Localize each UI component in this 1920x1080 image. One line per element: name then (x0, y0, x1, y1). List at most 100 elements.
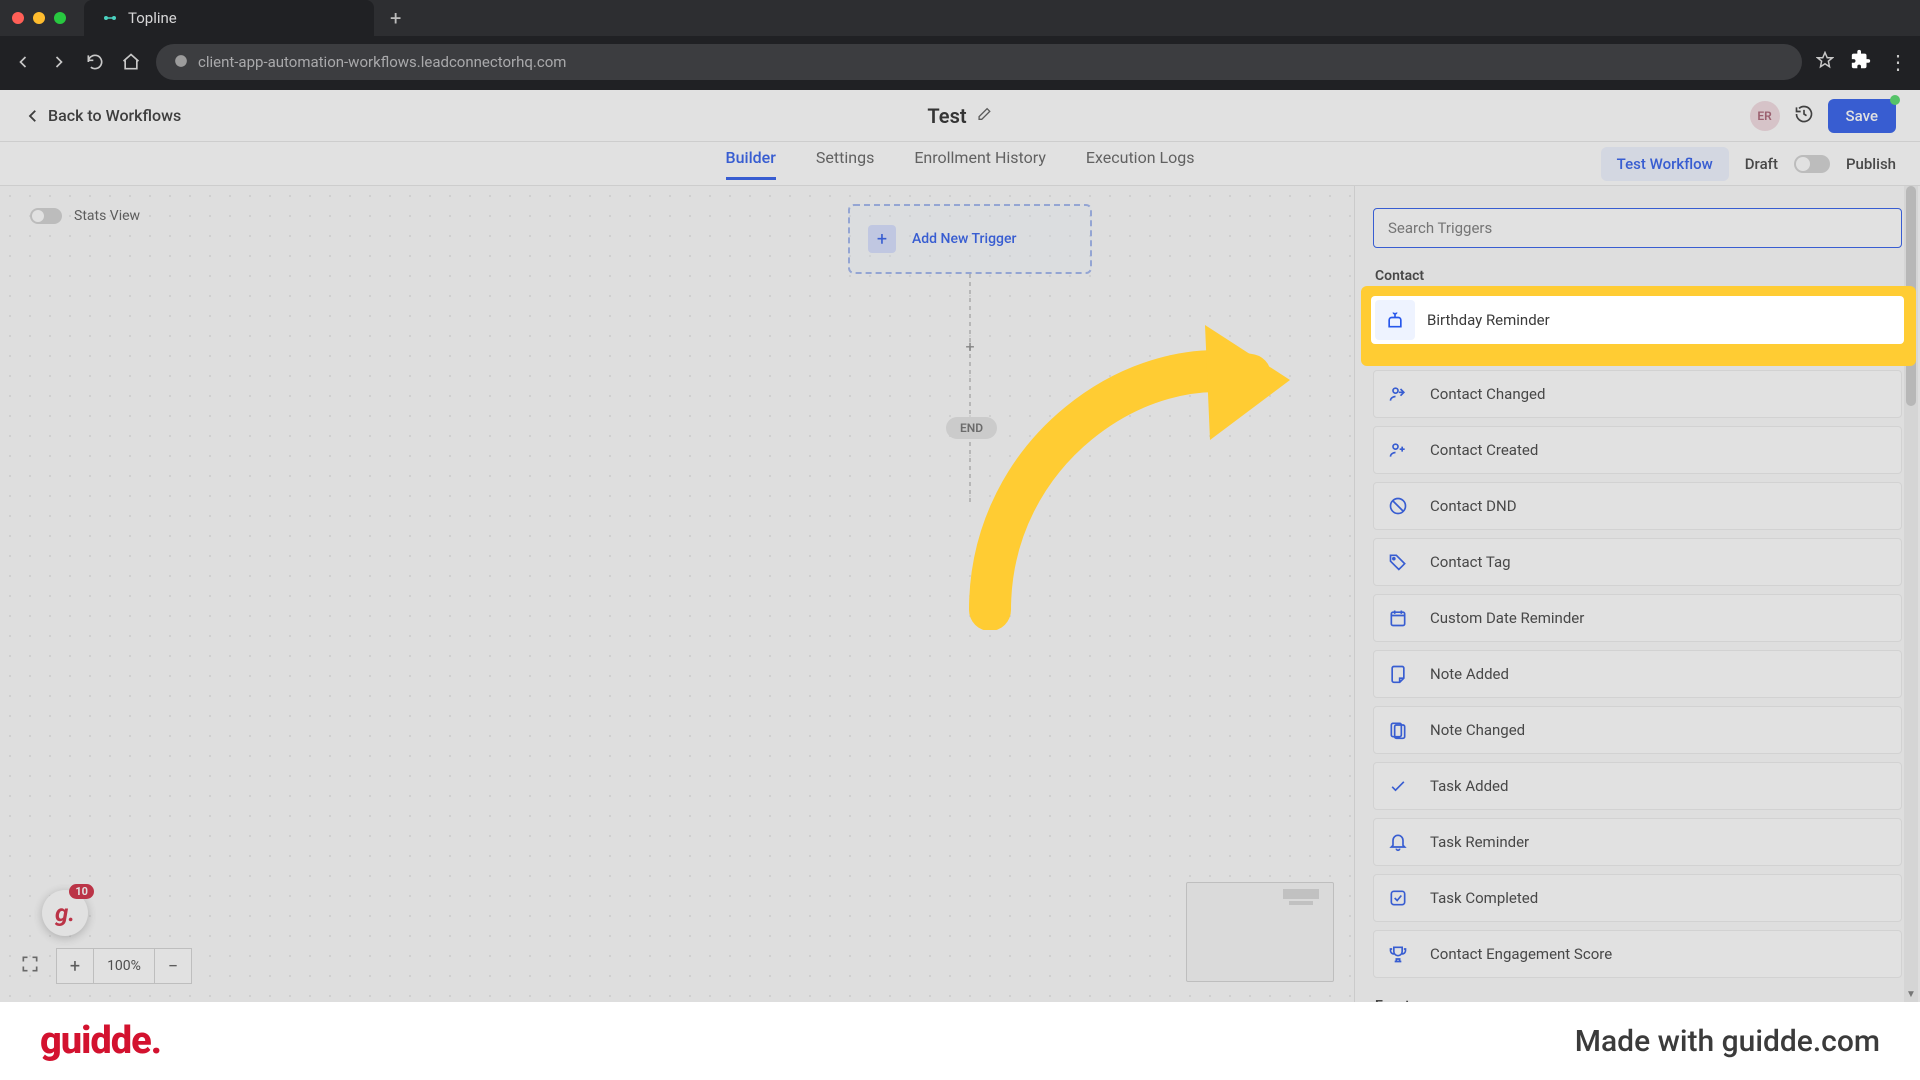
add-step-button[interactable]: + (960, 336, 980, 356)
draft-label: Draft (1745, 155, 1778, 173)
trigger-item-contact-tag[interactable]: Contact Tag (1373, 538, 1902, 586)
tab-strip: Topline + (0, 0, 1920, 36)
address-bar[interactable]: client-app-automation-workflows.leadconn… (156, 44, 1802, 80)
stats-view-control: Stats View (30, 208, 140, 224)
guidde-logo: guidde. (40, 1019, 161, 1063)
tab-execution-logs[interactable]: Execution Logs (1086, 148, 1195, 180)
stats-view-label: Stats View (74, 208, 140, 224)
trigger-item-label: Task Reminder (1422, 833, 1529, 851)
trigger-item-contact-engagement-score[interactable]: Contact Engagement Score (1373, 930, 1902, 978)
search-triggers-input[interactable] (1373, 208, 1902, 248)
zoom-out-button[interactable]: − (154, 948, 192, 984)
add-new-trigger-card[interactable]: + Add New Trigger (848, 204, 1092, 274)
canvas-minimap[interactable] (1186, 882, 1334, 982)
browser-tab[interactable]: Topline (84, 0, 374, 36)
plus-icon: + (868, 225, 896, 253)
app-tabs: Builder Settings Enrollment History Exec… (726, 148, 1195, 180)
trigger-item-label: Contact Created (1422, 441, 1538, 459)
trigger-item-custom-date-reminder[interactable]: Custom Date Reminder (1373, 594, 1902, 642)
note-icon (1378, 654, 1418, 694)
test-workflow-button[interactable]: Test Workflow (1601, 147, 1729, 181)
check-icon (1378, 766, 1418, 806)
fullscreen-icon (20, 954, 40, 974)
trigger-item-note-added[interactable]: Note Added (1373, 650, 1902, 698)
tag-icon (1378, 542, 1418, 582)
trigger-item-label: Task Completed (1422, 889, 1538, 907)
main-split: Stats View + Add New Trigger + END g. 10… (0, 186, 1920, 1002)
triggers-side-panel: Contact Birthday Reminder Cont (1354, 186, 1920, 1002)
forward-icon[interactable] (48, 51, 70, 73)
calendar-icon (1378, 598, 1418, 638)
trigger-item-task-added[interactable]: Task Added (1373, 762, 1902, 810)
trigger-item-task-reminder[interactable]: Task Reminder (1373, 818, 1902, 866)
publish-toggle[interactable] (1794, 155, 1830, 173)
workflow-title: Test (927, 104, 966, 128)
app-root: Back to Workflows Test ER Save Builder S… (0, 90, 1920, 1002)
chevron-left-icon (24, 107, 42, 125)
zoom-controls: + 100% − (14, 948, 192, 984)
site-info-icon[interactable] (174, 53, 188, 72)
bookmark-star-icon[interactable] (1816, 51, 1834, 73)
scroll-down-icon[interactable]: ▼ (1904, 986, 1918, 1002)
tab-builder[interactable]: Builder (726, 148, 776, 180)
trigger-item-label: Note Changed (1422, 721, 1525, 739)
bell-icon (1378, 822, 1418, 862)
made-with-text: Made with guidde.com (1575, 1024, 1880, 1059)
minimize-window-icon[interactable] (33, 12, 45, 24)
trigger-item-label: Task Added (1422, 777, 1508, 795)
section-heading: Contact (1375, 268, 1900, 284)
section-heading-events: Events (1375, 998, 1900, 1002)
trigger-item-label: Contact Tag (1422, 553, 1511, 571)
connector-line (969, 274, 971, 504)
trigger-item-label: Contact Changed (1422, 385, 1545, 403)
close-window-icon[interactable] (12, 12, 24, 24)
trigger-item-contact-changed[interactable]: Contact Changed (1373, 370, 1902, 418)
trigger-item-task-completed[interactable]: Task Completed (1373, 874, 1902, 922)
guidde-glyph-icon: g. (55, 899, 75, 927)
trigger-item-label: Contact DND (1422, 497, 1517, 515)
end-node: END (946, 417, 997, 439)
extensions-icon[interactable] (1850, 49, 1872, 75)
stats-view-toggle[interactable] (30, 208, 62, 224)
trigger-item-label: Birthday Reminder (1419, 311, 1550, 329)
contact-changed-icon (1378, 374, 1418, 414)
address-bar-row: client-app-automation-workflows.leadconn… (0, 36, 1920, 90)
back-to-workflows-link[interactable]: Back to Workflows (24, 106, 181, 125)
back-icon[interactable] (12, 51, 34, 73)
header-actions: ER Save (1750, 99, 1896, 133)
guidde-badge-count: 10 (69, 884, 94, 899)
maximize-window-icon[interactable] (54, 12, 66, 24)
tabs-right-actions: Test Workflow Draft Publish (1601, 142, 1896, 185)
back-link-label: Back to Workflows (48, 106, 181, 125)
menu-dots-icon[interactable]: ⋮ (1888, 50, 1908, 74)
clock-history-icon (1794, 104, 1814, 124)
home-icon[interactable] (120, 51, 142, 73)
trigger-item-label: Contact Engagement Score (1422, 945, 1612, 963)
trigger-item-note-changed[interactable]: Note Changed (1373, 706, 1902, 754)
trigger-item-contact-dnd[interactable]: Contact DND (1373, 482, 1902, 530)
tab-enrollment-history[interactable]: Enrollment History (914, 148, 1046, 180)
new-tab-button[interactable]: + (390, 6, 401, 30)
edit-title-button[interactable] (977, 106, 993, 126)
trigger-item-contact-created[interactable]: Contact Created (1373, 426, 1902, 474)
trigger-item-label: Custom Date Reminder (1422, 609, 1584, 627)
save-button[interactable]: Save (1828, 99, 1896, 133)
guidde-badge[interactable]: g. 10 (42, 890, 88, 936)
birthday-icon (1375, 300, 1415, 340)
browser-chrome: Topline + client-app-automation-workflow… (0, 0, 1920, 90)
app-header: Back to Workflows Test ER Save (0, 90, 1920, 142)
annotation-highlight-box: Birthday Reminder (1361, 286, 1916, 366)
tab-favicon-icon (102, 10, 118, 26)
history-button[interactable] (1794, 104, 1814, 128)
dnd-icon (1378, 486, 1418, 526)
tab-title: Topline (128, 9, 177, 27)
tab-settings[interactable]: Settings (816, 148, 874, 180)
window-controls[interactable] (12, 12, 66, 24)
zoom-in-button[interactable]: + (56, 948, 94, 984)
fullscreen-button[interactable] (14, 950, 46, 982)
url-text: client-app-automation-workflows.leadconn… (198, 53, 566, 71)
avatar[interactable]: ER (1750, 101, 1780, 131)
pencil-icon (977, 106, 993, 122)
app-tabs-row: Builder Settings Enrollment History Exec… (0, 142, 1920, 186)
reload-icon[interactable] (84, 51, 106, 73)
